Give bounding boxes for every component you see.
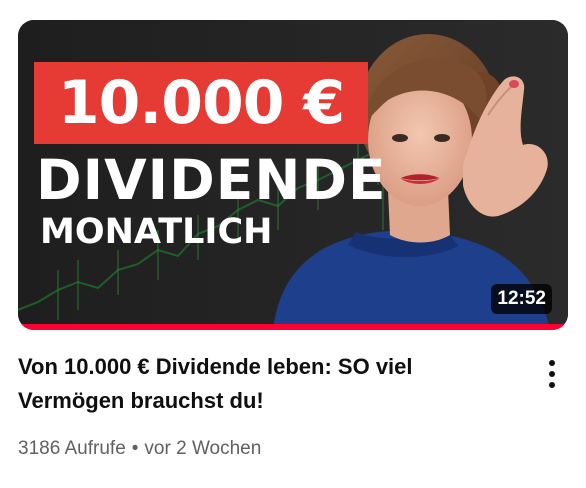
video-thumbnail[interactable]: 10.000 € DIVIDENDE MONATLICH 12:52 xyxy=(18,20,568,330)
upload-age: vor 2 Wochen xyxy=(144,438,262,459)
watch-progress-bar xyxy=(18,324,568,330)
more-vertical-icon-dot xyxy=(549,382,555,388)
more-vertical-icon xyxy=(549,360,555,366)
thumbnail-headline-amount: 10.000 € xyxy=(57,68,345,138)
more-actions-button[interactable] xyxy=(536,354,568,394)
video-title[interactable]: Von 10.000 € Dividende leben: SO viel Ve… xyxy=(18,350,498,418)
duration-badge: 12:52 xyxy=(491,284,552,314)
watch-progress-fill xyxy=(18,324,568,330)
more-vertical-icon-dot xyxy=(549,371,555,377)
view-count: 3186 Aufrufe xyxy=(18,438,126,459)
video-metadata: 3186 Aufrufe • vor 2 Wochen xyxy=(18,434,261,464)
thumbnail-headline-word: DIVIDENDE xyxy=(36,148,387,212)
meta-separator: • xyxy=(131,438,139,459)
video-card[interactable]: 10.000 € DIVIDENDE MONATLICH 12:52 Von 1… xyxy=(0,0,586,488)
thumbnail-headline-sub: MONATLICH xyxy=(40,212,273,252)
